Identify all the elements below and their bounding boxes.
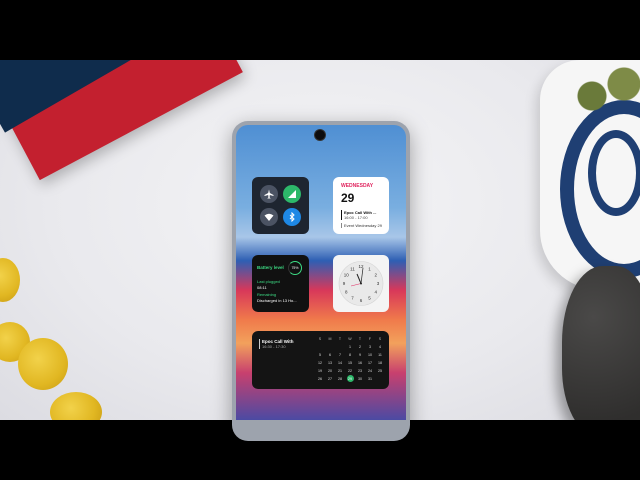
calendar-widget[interactable]: WEDNESDAY 29 Epoc Call With ... 16:00 - … — [333, 177, 389, 234]
battery-ring: 75% — [288, 261, 302, 275]
agenda-calendar-widget[interactable]: Epoc Call With 16:30 - 17:30 SMTWTFS1234… — [252, 331, 389, 389]
clock-numeral: 11 — [350, 266, 355, 271]
calendar-day — [375, 375, 385, 383]
calendar-day[interactable]: 6 — [325, 351, 335, 359]
calendar-day[interactable]: 25 — [375, 367, 385, 375]
last-plugged-label: Last plugged — [257, 279, 280, 284]
battery-widget[interactable]: Battery level 75% Last plugged 08:11 Rem… — [252, 255, 309, 312]
calendar-week-row: 5 6 7 8 9 10 11 — [315, 351, 385, 359]
calendar-day[interactable]: 31 — [365, 375, 375, 383]
calendar-day[interactable]: 3 — [365, 343, 375, 351]
calendar-day[interactable]: 26 — [315, 375, 325, 383]
calendar-day[interactable]: 9 — [355, 351, 365, 359]
bluetooth-icon[interactable] — [283, 208, 301, 226]
calendar-day-today[interactable]: 29 — [346, 375, 354, 382]
calendar-day[interactable]: 8 — [345, 351, 355, 359]
remaining-label: Remaining — [257, 292, 277, 297]
calendar-day[interactable]: 18 — [375, 359, 385, 367]
calendar-day[interactable]: 2 — [355, 343, 365, 351]
calendar-day — [315, 343, 325, 351]
calendar-day — [335, 343, 345, 351]
calendar-day[interactable]: 19 — [315, 367, 325, 375]
calendar-weekday: WEDNESDAY — [341, 183, 374, 189]
remaining-value: Discharged in 13 Ho... — [257, 298, 297, 303]
weekday-label: T — [358, 337, 362, 341]
calendar-day[interactable]: 24 — [365, 367, 375, 375]
calendar-day[interactable]: 12 — [315, 359, 325, 367]
calendar-event[interactable]: Epoc Call With ... 16:00 - 17:00 — [341, 210, 388, 220]
clock-face: 12 1234567891011 — [338, 261, 384, 306]
calendar-week-row: 19 20 21 22 23 24 25 — [315, 367, 385, 375]
agenda-event[interactable]: Epoc Call With 16:30 - 17:30 — [259, 339, 293, 349]
quick-settings-widget[interactable] — [252, 177, 309, 234]
calendar-day[interactable]: 11 — [375, 351, 385, 359]
signal-icon[interactable] — [283, 185, 301, 203]
calendar-date: 29 — [341, 191, 355, 205]
weekday-label: S — [318, 337, 322, 341]
airplane-icon[interactable] — [260, 185, 278, 203]
weekday-label: S — [378, 337, 382, 341]
calendar-day[interactable]: 27 — [325, 375, 335, 383]
calendar-week-row: 26 27 28 29 30 31 — [315, 375, 385, 383]
wifi-icon[interactable] — [260, 208, 278, 226]
weekday-label: M — [328, 337, 332, 341]
front-camera — [315, 130, 325, 140]
calendar-day[interactable]: 22 — [345, 367, 355, 375]
calendar-day[interactable]: 7 — [335, 351, 345, 359]
calendar-day[interactable]: 20 — [325, 367, 335, 375]
calendar-day[interactable]: 30 — [355, 375, 365, 383]
weekday-label: F — [368, 337, 372, 341]
calendar-day[interactable]: 14 — [335, 359, 345, 367]
dark-stone — [562, 266, 640, 420]
calendar-day[interactable]: 15 — [345, 359, 355, 367]
calendar-event-time: 16:00 - 17:00 — [344, 215, 368, 220]
calendar-week-row: 1234 — [315, 343, 385, 351]
weekday-label: T — [338, 337, 342, 341]
mini-calendar[interactable]: S M T W T F S 1 2 3 4 5 6 7 8 9 10 11 12 13 14 15 16 17 18 19 20 21… — [315, 335, 385, 383]
calendar-day[interactable]: 1 — [345, 343, 355, 351]
succulent-plant — [568, 60, 640, 120]
calendar-day[interactable]: 16 — [355, 359, 365, 367]
yellow-flower — [18, 338, 68, 390]
calendar-day[interactable]: 13 — [325, 359, 335, 367]
battery-percent: 75% — [291, 266, 299, 270]
calendar-day[interactable]: 5 — [315, 351, 325, 359]
analog-clock-widget[interactable]: 12 1 2 3 4 5 6 7 8 9 10 11 — [333, 255, 389, 312]
battery-title: Battery level — [257, 265, 284, 270]
clock-numeral: 10 — [344, 273, 350, 278]
yellow-flower — [0, 258, 20, 302]
mini-calendar-header: SMTWTFS — [315, 335, 385, 343]
calendar-day[interactable]: 21 — [335, 367, 345, 375]
yellow-flower — [50, 392, 102, 420]
calendar-day[interactable]: 10 — [365, 351, 375, 359]
weekday-label: W — [348, 337, 352, 341]
calendar-day[interactable]: 17 — [365, 359, 375, 367]
calendar-event-secondary[interactable]: Event Wednesday 29 — [341, 223, 382, 228]
calendar-day[interactable]: 4 — [375, 343, 385, 351]
last-plugged-value: 08:11 — [257, 285, 267, 290]
calendar-day[interactable]: 23 — [355, 367, 365, 375]
agenda-event-time: 16:30 - 17:30 — [262, 344, 286, 349]
calendar-day — [325, 343, 335, 351]
calendar-week-row: 12 13 14 15 16 17 18 — [315, 359, 385, 367]
calendar-day[interactable]: 28 — [335, 375, 345, 383]
